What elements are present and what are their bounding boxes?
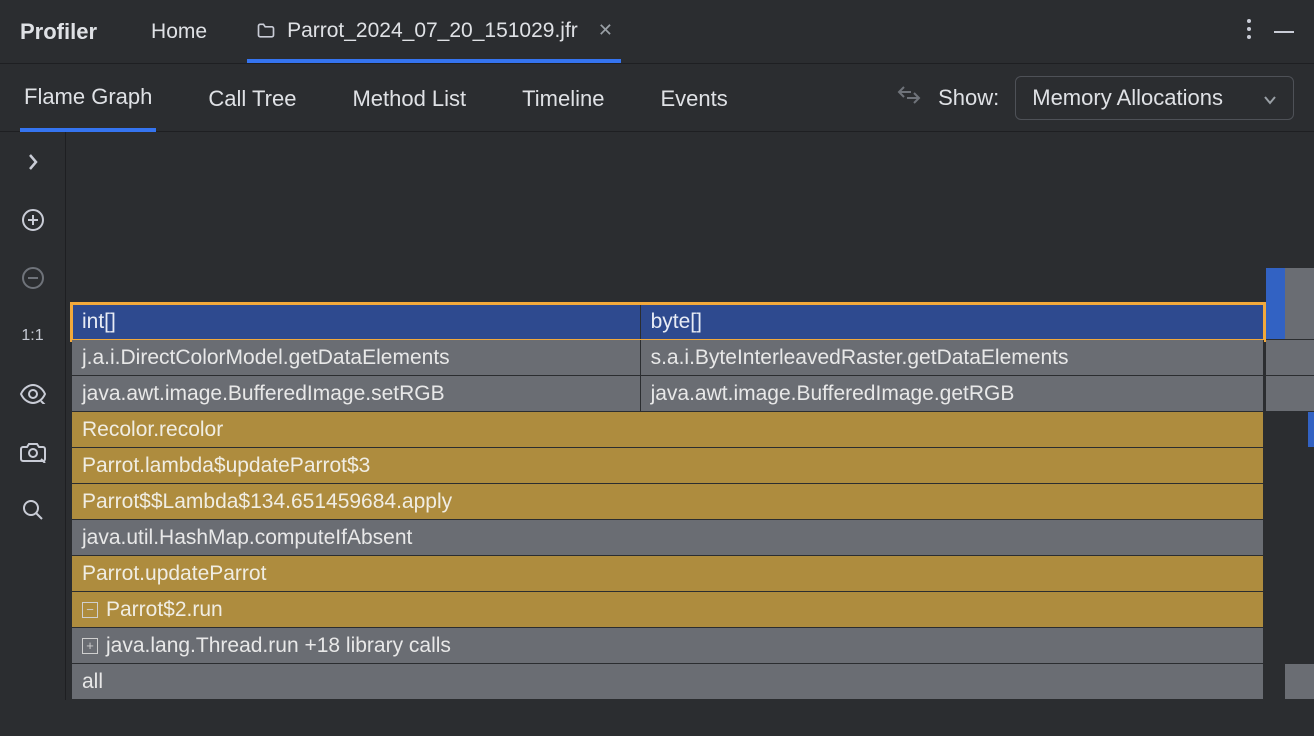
subtab-method-list[interactable]: Method List xyxy=(348,66,470,130)
zoom-in-icon[interactable] xyxy=(15,208,51,232)
camera-icon[interactable] xyxy=(15,440,51,464)
flame-row-threadrun[interactable]: + java.lang.Thread.run +18 library calls xyxy=(72,628,1264,664)
subtab-flame-graph[interactable]: Flame Graph xyxy=(20,64,156,132)
flame-frame-label: Recolor.recolor xyxy=(82,418,223,442)
eye-icon[interactable] xyxy=(15,382,51,406)
flame-frame-label: java.awt.image.BufferedImage.setRGB xyxy=(82,382,445,406)
flame-frame[interactable]: byte[] xyxy=(641,304,1264,340)
flame-row-alloc-types[interactable]: int[] byte[] xyxy=(72,304,1264,340)
panel-title: Profiler xyxy=(20,19,97,45)
flame-frame[interactable]: Parrot.lambda$updateParrot$3 xyxy=(72,448,1264,484)
ratio-label[interactable]: 1:1 xyxy=(15,324,51,348)
flame-frame-label: byte[] xyxy=(651,310,702,334)
flame-row-lambda3[interactable]: Parrot.lambda$updateParrot$3 xyxy=(72,448,1264,484)
search-icon[interactable] xyxy=(15,498,51,522)
flame-frame[interactable]: Recolor.recolor xyxy=(72,412,1264,448)
flame-frame[interactable]: all xyxy=(72,664,1264,700)
flame-frame[interactable]: int[] xyxy=(72,304,641,340)
flame-frame[interactable]: java.awt.image.BufferedImage.setRGB xyxy=(72,376,641,412)
kebab-menu-icon[interactable] xyxy=(1246,18,1252,46)
subtabs-bar: Flame Graph Call Tree Method List Timeli… xyxy=(0,64,1314,132)
folder-icon xyxy=(255,21,277,41)
flame-frame-label: java.lang.Thread.run +18 library calls xyxy=(106,634,451,658)
close-icon[interactable]: ✕ xyxy=(598,20,613,41)
subtab-events[interactable]: Events xyxy=(657,66,732,130)
flame-frame[interactable]: −Parrot$2.run xyxy=(72,592,1264,628)
expand-icon[interactable]: + xyxy=(82,638,98,654)
flame-frame-label: Parrot.updateParrot xyxy=(82,562,266,586)
flame-canvas[interactable]: int[] byte[] j.a.i.DirectColorModel.getDat… xyxy=(66,132,1314,700)
flame-row-recolor[interactable]: Recolor.recolor xyxy=(72,412,1264,448)
swap-arrows-icon[interactable] xyxy=(896,84,922,112)
chevron-down-icon xyxy=(1263,85,1277,111)
collapse-icon[interactable]: − xyxy=(82,602,98,618)
subtab-timeline[interactable]: Timeline xyxy=(518,66,608,130)
tab-file[interactable]: Parrot_2024_07_20_151029.jfr ✕ xyxy=(247,1,621,63)
show-dropdown[interactable]: Memory Allocations xyxy=(1015,76,1294,120)
flame-row-bufferedimage[interactable]: java.awt.image.BufferedImage.setRGB java.… xyxy=(72,376,1264,412)
chevron-right-icon[interactable] xyxy=(15,150,51,174)
flame-frame-label: s.a.i.ByteInterleavedRaster.getDataEleme… xyxy=(651,346,1069,370)
flame-row-getDataElements[interactable]: j.a.i.DirectColorModel.getDataElements s.… xyxy=(72,340,1264,376)
tab-home[interactable]: Home xyxy=(147,2,211,62)
subtab-call-tree[interactable]: Call Tree xyxy=(204,66,300,130)
flame-frame[interactable]: Parrot$$Lambda$134.651459684.apply xyxy=(72,484,1264,520)
flame-frame-label: Parrot.lambda$updateParrot$3 xyxy=(82,454,370,478)
flame-frame-label: all xyxy=(82,670,103,694)
main-area: 1:1 int[] byte[] j.a.i.DirectColorModel.ge… xyxy=(0,132,1314,700)
top-bar: Profiler Home Parrot_2024_07_20_151029.j… xyxy=(0,0,1314,64)
flame-frame-label: int[] xyxy=(82,310,116,334)
show-dropdown-value: Memory Allocations xyxy=(1032,85,1223,111)
flame-frame[interactable]: j.a.i.DirectColorModel.getDataElements xyxy=(72,340,641,376)
show-label: Show: xyxy=(938,85,999,111)
flame-frame-label: j.a.i.DirectColorModel.getDataElements xyxy=(82,346,450,370)
flame-row-updateparrot[interactable]: Parrot.updateParrot xyxy=(72,556,1264,592)
zoom-out-icon[interactable] xyxy=(15,266,51,290)
flame-frame[interactable]: s.a.i.ByteInterleavedRaster.getDataEleme… xyxy=(641,340,1264,376)
flame-row-hashmap[interactable]: java.util.HashMap.computeIfAbsent xyxy=(72,520,1264,556)
flame-frame-label: Parrot$2.run xyxy=(106,598,223,622)
flame-frame[interactable]: + java.lang.Thread.run +18 library calls xyxy=(72,628,1264,664)
flame-row-lambda134[interactable]: Parrot$$Lambda$134.651459684.apply xyxy=(72,484,1264,520)
flame-frame-label: java.awt.image.BufferedImage.getRGB xyxy=(651,382,1015,406)
flame-row-all[interactable]: all xyxy=(72,664,1264,700)
flame-frame[interactable]: Parrot.updateParrot xyxy=(72,556,1264,592)
flame-frame[interactable]: java.util.HashMap.computeIfAbsent xyxy=(72,520,1264,556)
side-rail: 1:1 xyxy=(0,132,66,700)
flame-frame-label: Parrot$$Lambda$134.651459684.apply xyxy=(82,490,452,514)
flame-frame[interactable]: java.awt.image.BufferedImage.getRGB xyxy=(641,376,1264,412)
tab-file-label: Parrot_2024_07_20_151029.jfr xyxy=(287,19,578,43)
flame-frame-label: java.util.HashMap.computeIfAbsent xyxy=(82,526,412,550)
flame-row-parrot2run[interactable]: −Parrot$2.run xyxy=(72,592,1264,628)
minimize-icon[interactable] xyxy=(1274,31,1294,33)
